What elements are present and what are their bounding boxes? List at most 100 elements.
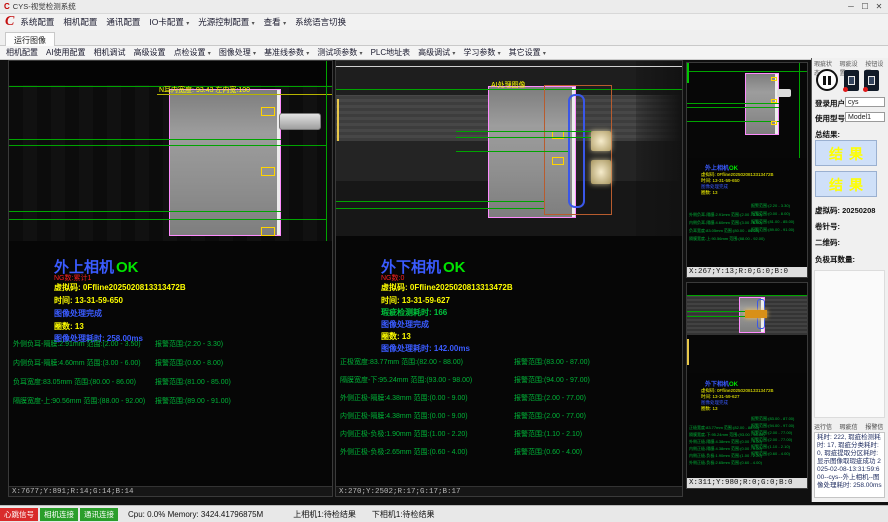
measurement-value: 内侧负耳-隔膜:4.60mm 范围:(3.00 - 6.00) [13,358,141,368]
camera-status-tile-1[interactable] [844,70,859,91]
menu-comm-config[interactable]: 通讯配置 [106,16,140,28]
qr-code-label: 二维码: [815,237,840,248]
pause-button[interactable] [816,69,838,91]
menu-language-switch[interactable]: 系统语言切换 [295,16,346,28]
right-elapsed: 图像处理耗时: 142.00ms [381,343,470,354]
application-window: C CYS-视觉检测系统 ─ ☐ ✕ C 系统配置 相机配置 通讯配置 IO卡配… [0,0,888,522]
right-metal-tab-2 [591,160,611,184]
left-marker-3 [261,227,275,236]
measurement-alarm: 报警范围:(0.00 - 8.00) [155,358,223,368]
close-icon[interactable]: ✕ [872,0,886,13]
measurement-alarm: 报警范围:(83.00 - 87.00) [514,357,590,367]
right-camera-view[interactable]: AI处理图像 外下相机OK NG数:0 虚拟码: 0Ffline20250208… [335,60,683,497]
measurement-alarm: 报警范围:(2.00 - 77.00) [514,393,586,403]
left-marker-1 [261,107,275,116]
measurement-value: 内侧正极-隔膜:4.38mm 范围:(0.00 - 9.00) [340,411,468,421]
log-output[interactable]: 耗时: 222, 瑕疵检测耗时: 17, 瑕疵分类耗时: 0, 瑕疵提取分区耗时… [814,432,885,498]
total-result-label: 总结果: [815,129,840,140]
tool-baseline-params[interactable]: 基准线参数 ▾ [264,47,309,58]
measurement-row: 负耳宽度:83.05mm 范围:(80.00 - 86.00) 报警范围:(81… [9,377,332,387]
minimize-icon[interactable]: ─ [844,0,858,13]
right-turns: 圈数: 13 [381,331,411,342]
measurement-alarm: 报警范围:(94.00 - 97.00) [514,375,590,385]
preview1-title: 外上相机OK [705,163,738,172]
left-turns: 圈数: 13 [54,321,84,332]
measurement-value: 外侧负耳-隔膜:2.91mm 范围:(2.00 - 3.50) [13,339,141,349]
alert-dot-icon [843,87,848,92]
measurement-value: 隔膜宽度-下:95.24mm 范围:(93.00 - 98.00) [340,375,472,385]
tool-other-settings[interactable]: 其它设置 ▾ [509,47,546,58]
measurement-alarm: 报警范围:(81.00 - 85.00) [155,377,231,387]
left-camera-view[interactable]: N耳内宽度: 93.43 左内宽:100 外上相机OK NG数:累计1 虚拟码:… [8,60,333,497]
tab-strip: 运行图像 [0,30,888,46]
virtual-code-line: 虚拟码: 20250208 [815,205,875,216]
menu-camera-config[interactable]: 相机配置 [63,16,97,28]
tool-advanced-settings[interactable]: 高级设置 [134,47,166,58]
needle-number-label: 卷针号: [815,221,840,232]
camera-link-indicator: 相机连接 [40,508,78,521]
menu-io-config[interactable]: IO卡配置 ▾ [149,16,189,28]
tool-camera-debug[interactable]: 相机调试 [94,47,126,58]
pause-icon [823,76,826,85]
window-controls: ─ ☐ ✕ [844,0,886,13]
result-box-lower: 结果 [815,171,877,197]
right-barcode: 虚拟码: 0Ffline2025020813313472B [381,282,513,293]
measurement-row: 隔膜宽度-下:95.24mm 范围:(93.00 - 98.00) 报警范围:(… [336,375,682,385]
upper-camera-status: 上相机1:待检结果 [293,509,356,520]
title-bar: C CYS-视觉检测系统 ─ ☐ ✕ [0,0,888,14]
tool-plc-address[interactable]: PLC地址表 [371,47,411,58]
right-status: 图像处理完成 [381,319,429,330]
measurement-alarm: 报警范围:(2.20 - 3.30) [155,339,223,349]
lower-preview-pane[interactable]: 外下相机OK 虚拟码: 0Ffline2025020813313472B 时间:… [686,282,808,489]
preview1-cell [745,73,779,135]
measurement-alarm: 报警范围:(2.00 - 77.00) [514,411,586,421]
left-time: 时间: 13-31-59-650 [54,295,123,306]
negative-tab-count-label: 负极耳数量: [815,254,855,265]
toolbar: 相机配置 AI使用配置 相机调试 高级设置 点检设置 ▾ 图像处理 ▾ 基准线参… [0,46,888,60]
maximize-icon[interactable]: ☐ [858,0,872,13]
measurement-value: 内侧正极-负极:1.90mm 范围:(1.00 - 2.20) [340,429,468,439]
left-marker-2 [261,167,275,176]
menu-system-config[interactable]: 系统配置 [20,16,54,28]
tool-spot-check[interactable]: 点检设置 ▾ [174,47,211,58]
comm-link-indicator: 通讯连接 [80,508,118,521]
measurement-alarm: 报警范围:(89.00 - 91.00) [155,396,231,406]
right-defect-time: 瑕疵检测耗时: 166 [381,307,447,318]
cpu-memory-status: Cpu: 0.0% Memory: 3424.41796875M [128,510,263,519]
preview1-pixel-coords: X:267;Y:13;R:0;G:0;B:0 [687,267,807,277]
tool-image-processing[interactable]: 图像处理 ▾ [219,47,256,58]
menu-light-config[interactable]: 光源控制配置 ▾ [198,16,254,28]
camera-status-tile-2[interactable] [864,70,879,91]
upper-preview-pane[interactable]: 外上相机OK 虚拟码: 0Ffline2025020813313472B 时间:… [686,62,808,278]
lower-camera-status: 下相机1:待检结果 [372,509,435,520]
measurement-row: 内侧负耳-隔膜:4.60mm 范围:(3.00 - 6.00) 报警范围:(0.… [9,358,332,368]
device-icon [848,76,855,85]
measurement-row: 外侧正极-负极:2.65mm 范围:(0.60 - 4.00) 报警范围:(0.… [336,447,682,457]
right-pixel-coords: X:270;Y:2502;R:17;G:17;B:17 [336,486,682,496]
left-connector-blob [279,113,321,130]
preview2-title: 外下相机OK [705,379,738,388]
tool-camera-config[interactable]: 相机配置 [6,47,38,58]
left-annotation: N耳内宽度: 93.43 左内宽:100 [159,85,250,95]
right-camera-image: AI处理图像 [336,61,682,236]
tool-advanced-debug[interactable]: 高级调试 ▾ [418,47,455,58]
result-box-upper: 结果 [815,140,877,166]
left-result-ok: OK [116,259,139,276]
measurement-row: 外侧负耳-隔膜:2.91mm 范围:(2.00 - 3.50) 报警范围:(2.… [9,339,332,349]
measurement-row: 正极宽度:83.77mm 范围:(82.00 - 88.00) 报警范围:(83… [336,357,682,367]
left-status: 图像处理完成 [54,308,102,319]
tool-learning-params[interactable]: 学习参数 ▾ [463,47,500,58]
right-sidebar: 瑕疵状态 瑕疵设置 按钮设置 登录用户: cys 使用型号: Model1 总结… [811,58,888,502]
measurement-value: 隔膜宽度-上:90.56mm 范围:(88.00 - 92.00) [13,396,145,406]
tool-test-params[interactable]: 测试项参数 ▾ [317,47,362,58]
measurement-row: 内侧正极-负极:1.90mm 范围:(1.00 - 2.20) 报警范围:(1.… [336,429,682,439]
brand-logo-icon: C [5,14,14,30]
menu-view[interactable]: 查看 ▾ [264,16,286,28]
preview2-pixel-coords: X:311;Y:980;R:0;G:0;B:0 [687,478,807,488]
measurement-value: 正极宽度:83.77mm 范围:(82.00 - 88.00) [340,357,463,367]
device-icon [868,76,875,85]
tab-run-image[interactable]: 运行图像 [5,32,55,46]
tool-ai-config[interactable]: AI使用配置 [46,47,86,58]
measurement-row: 隔膜宽度-上:90.56mm 范围:(88.00 - 92.00) 报警范围:(… [9,396,332,406]
menu-bar: C 系统配置 相机配置 通讯配置 IO卡配置 ▾ 光源控制配置 ▾ 查看 ▾ 系… [0,14,888,30]
